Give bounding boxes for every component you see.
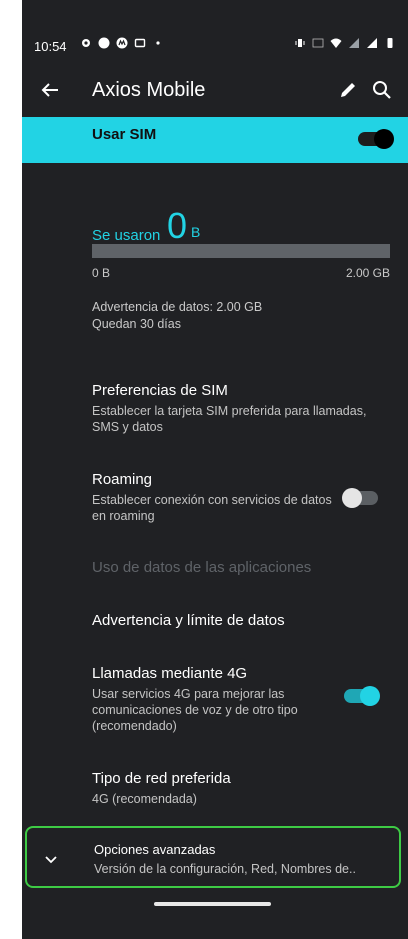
status-right-icons [294,37,396,49]
preferred-network-item[interactable]: Tipo de red preferida 4G (recomendada) [92,769,392,807]
phone-screen: 10:54 Axios Mobile Usar SIM Se usaron 0 … [22,0,408,939]
app-data-usage-title: Uso de datos de las aplicaciones [92,559,312,576]
roaming-title: Roaming [92,471,153,488]
roaming-item[interactable]: Roaming Establecer conexión con servicio… [92,470,336,524]
lte-calls-sub: Usar servicios 4G para mejorar las comun… [92,687,298,733]
data-warning-limit-title: Advertencia y límite de datos [92,612,285,629]
data-warning-limit-item[interactable]: Advertencia y límite de datos [92,611,392,631]
lte-calls-item[interactable]: Llamadas mediante 4G Usar servicios 4G p… [92,664,332,734]
signal-4g-icon [349,38,359,48]
arrow-left-icon[interactable] [38,78,62,102]
preferred-network-sub: 4G (recomendada) [92,792,197,806]
wifi-icon [330,38,342,48]
sim-preferences-sub: Establecer la tarjeta SIM preferida para… [92,404,367,434]
toggle-knob [360,686,380,706]
advanced-options-sub: Versión de la configuración, Red, Nombre… [94,862,356,876]
motorola-icon [116,37,128,49]
status-time: 10:54 [34,39,67,54]
toggle-knob [342,488,362,508]
data-warning-info: Advertencia de datos: 2.00 GB Quedan 30 … [92,299,262,333]
advanced-options-title: Opciones avanzadas [94,842,216,857]
lte-calls-title: Llamadas mediante 4G [92,665,248,682]
preferred-network-title: Tipo de red preferida [92,770,231,787]
use-sim-row[interactable]: Usar SIM [22,117,408,163]
use-sim-label: Usar SIM [92,126,157,143]
settings-icon [82,39,90,47]
status-left-icons [80,37,164,49]
app-bar: Axios Mobile [22,69,408,113]
days-left-text: Quedan 30 días [92,317,181,331]
use-sim-toggle[interactable] [358,129,394,149]
sim-preferences-title: Preferencias de SIM [92,382,228,399]
app-data-usage-item: Uso de datos de las aplicaciones [92,558,392,578]
vibrate-icon [295,39,305,47]
used-unit: B [191,224,201,240]
dot-icon [156,41,160,45]
game-controller-icon [98,37,110,49]
lte-calls-toggle[interactable] [344,686,380,706]
status-bar: 10:54 [22,31,408,61]
gesture-nav-handle[interactable] [154,902,271,906]
usage-bar-min: 0 B [92,266,111,280]
usage-bar-max: 2.00 GB [345,266,390,280]
cast-icon [134,38,146,48]
pencil-icon[interactable] [336,78,360,102]
advanced-options-item[interactable]: Opciones avanzadas Versión de la configu… [25,826,401,888]
usage-progress-bar [92,244,390,258]
chevron-down-icon [45,856,57,864]
data-warning-text: Advertencia de datos: 2.00 GB [92,300,263,314]
roaming-sub: Establecer conexión con servicios de dat… [92,493,332,523]
roaming-toggle[interactable] [342,488,378,508]
battery-icon [387,38,393,48]
toggle-knob [374,129,394,149]
used-value: 0 [167,205,188,246]
signal-icon [367,38,377,48]
used-label: Se usaron [92,227,161,244]
sim-preferences-item[interactable]: Preferencias de SIM Establecer la tarjet… [92,381,392,435]
search-icon[interactable] [370,78,394,102]
volte-icon [312,38,324,48]
page-title: Axios Mobile [92,79,206,101]
